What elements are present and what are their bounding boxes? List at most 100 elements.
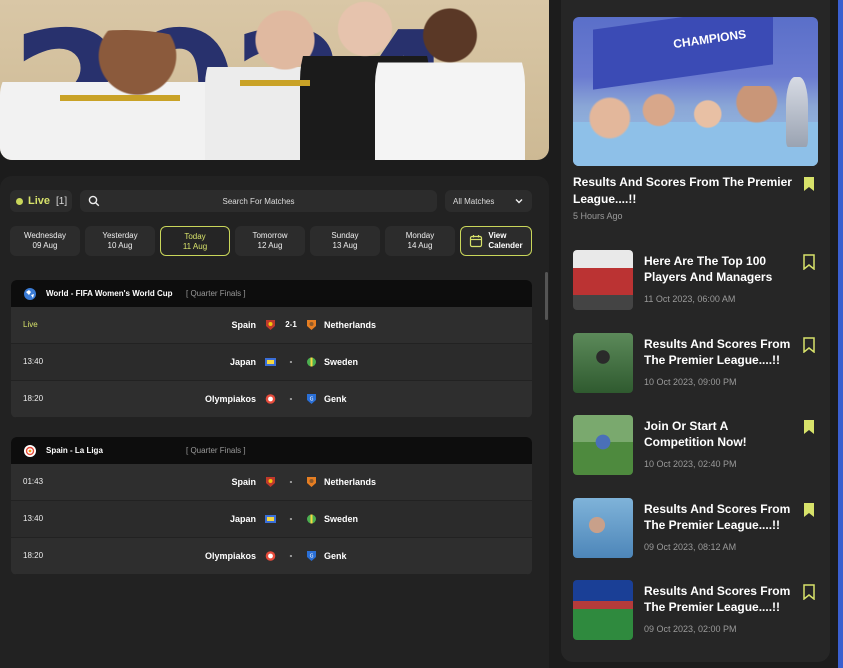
away-team: Genk — [324, 394, 347, 404]
news-time: 10 Oct 2023, 02:40 PM — [644, 459, 737, 469]
bookmark-icon[interactable] — [802, 176, 816, 192]
news-item[interactable]: Join Or Start A Competition Now! 10 Oct … — [573, 415, 823, 477]
date-day: Wednesday — [23, 231, 67, 240]
away-team: Netherlands — [324, 320, 377, 330]
team-flag-icon — [265, 358, 276, 366]
live-filter-button[interactable]: Live [1] — [10, 190, 72, 212]
team-flag-icon — [265, 515, 276, 523]
filter-bar: Live [1] All Matches — [10, 190, 532, 212]
match-score: - — [289, 551, 293, 560]
news-item[interactable]: Results And Scores From The Premier Leag… — [573, 333, 823, 395]
news-thumbnail — [573, 250, 633, 310]
bookmark-outline-icon[interactable] — [802, 337, 816, 353]
home-team: Olympiakos — [204, 394, 256, 404]
news-time: 10 Oct 2023, 09:00 PM — [644, 377, 737, 387]
date-value: 11 Aug — [182, 242, 208, 251]
team-crest-icon: G — [307, 394, 316, 404]
news-thumbnail — [573, 580, 633, 640]
date-tab[interactable]: Yesterday 10 Aug — [85, 226, 155, 256]
date-day: Tomorrow — [252, 231, 288, 240]
league-card: Spain - La Liga [ Quarter Finals ] 01:43… — [11, 437, 532, 575]
home-team: Spain — [231, 477, 256, 487]
news-item[interactable]: Results And Scores From The Premier Leag… — [573, 580, 823, 642]
search-box[interactable] — [80, 190, 437, 212]
team-crest-icon — [266, 477, 275, 487]
featured-news-title[interactable]: Results And Scores From The Premier Leag… — [573, 174, 798, 208]
scrollbar[interactable] — [545, 272, 548, 320]
svg-text:G: G — [310, 554, 314, 560]
league-name: World - FIFA Women's World Cup — [46, 289, 173, 298]
date-tab-active[interactable]: Today 11 Aug — [160, 226, 230, 256]
news-time: 09 Oct 2023, 02:00 PM — [644, 624, 737, 634]
search-input[interactable] — [80, 190, 437, 212]
match-list: Live Spain 2-1 Netherlands 13:40 Japan -… — [11, 307, 532, 418]
news-title: Join Or Start A Competition Now! — [644, 419, 747, 449]
chevron-down-icon — [515, 199, 523, 204]
featured-news-image[interactable]: CHAMPIONS — [573, 17, 818, 166]
live-indicator-icon — [16, 197, 23, 205]
search-icon — [88, 195, 100, 207]
away-team: Genk — [324, 551, 347, 561]
globe-icon — [24, 287, 36, 300]
news-item[interactable]: Here Are The Top 100 Players And Manager… — [573, 250, 823, 312]
team-crest-icon — [265, 551, 276, 561]
featured-news-time: 5 Hours Ago — [573, 211, 623, 221]
match-score: 2-1 — [285, 320, 297, 329]
news-title: Results And Scores From The Premier Leag… — [644, 337, 791, 367]
match-row[interactable]: 13:40 Japan - Sweden — [11, 501, 532, 538]
calendar-label-2: Calender — [488, 241, 523, 250]
away-team: Sweden — [324, 357, 359, 367]
news-sidebar: CHAMPIONS Results And Scores From The Pr… — [561, 0, 830, 662]
calendar-label-1: View — [488, 231, 507, 240]
bookmark-icon[interactable] — [802, 419, 816, 435]
team-crest-icon — [307, 320, 316, 330]
news-time: 11 Oct 2023, 06:00 AM — [644, 294, 736, 304]
league-header[interactable]: World - FIFA Women's World Cup [ Quarter… — [11, 280, 532, 307]
team-crest-icon: G — [307, 551, 316, 561]
league-name: Spain - La Liga — [46, 446, 103, 455]
team-crest-icon — [266, 320, 275, 330]
league-stage: [ Quarter Finals ] — [186, 446, 246, 455]
date-value: 14 Aug — [407, 241, 433, 250]
hero-banner[interactable]: 2024 — [0, 0, 549, 160]
match-score: - — [289, 394, 293, 403]
news-title: Results And Scores From The Premier Leag… — [644, 584, 791, 614]
bookmark-outline-icon[interactable] — [802, 254, 816, 270]
date-value: 09 Aug — [32, 241, 58, 250]
league-card: World - FIFA Women's World Cup [ Quarter… — [11, 280, 532, 418]
team-crest-icon — [307, 357, 316, 367]
date-value: 13 Aug — [332, 241, 358, 250]
match-row[interactable]: Live Spain 2-1 Netherlands — [11, 307, 532, 344]
date-tab[interactable]: Monday 14 Aug — [385, 226, 455, 256]
match-row[interactable]: 13:40 Japan - Sweden — [11, 344, 532, 381]
date-tab[interactable]: Wednesday 09 Aug — [10, 226, 80, 256]
date-tab[interactable]: Tomorrow 12 Aug — [235, 226, 305, 256]
view-calendar-button[interactable]: View Calender — [460, 226, 532, 256]
league-header[interactable]: Spain - La Liga [ Quarter Finals ] — [11, 437, 532, 464]
date-day: Monday — [405, 231, 435, 240]
date-day: Today — [184, 232, 206, 241]
date-tab[interactable]: Sunday 13 Aug — [310, 226, 380, 256]
match-time: 18:20 — [23, 394, 44, 403]
home-team: Olympiakos — [204, 551, 256, 561]
match-row[interactable]: 01:43 Spain - Netherlands — [11, 464, 532, 501]
news-thumbnail — [573, 333, 633, 393]
live-label: Live — [28, 195, 51, 207]
league-stage: [ Quarter Finals ] — [186, 289, 246, 298]
bookmark-outline-icon[interactable] — [802, 584, 816, 600]
live-count: [1] — [56, 195, 68, 207]
date-value: 10 Aug — [107, 241, 133, 250]
team-crest-icon — [265, 394, 276, 404]
match-time: 18:20 — [23, 551, 44, 560]
match-time: Live — [23, 320, 38, 329]
window-edge — [838, 0, 843, 668]
home-team: Japan — [229, 357, 256, 367]
match-row[interactable]: 18:20 Olympiakos - G Genk — [11, 381, 532, 418]
away-team: Sweden — [324, 514, 359, 524]
home-team: Spain — [231, 320, 256, 330]
match-time: 13:40 — [23, 357, 44, 366]
bookmark-icon[interactable] — [802, 502, 816, 518]
match-type-select[interactable]: All Matches — [445, 190, 532, 212]
news-item[interactable]: Results And Scores From The Premier Leag… — [573, 498, 823, 560]
match-row[interactable]: 18:20 Olympiakos - G Genk — [11, 538, 532, 575]
